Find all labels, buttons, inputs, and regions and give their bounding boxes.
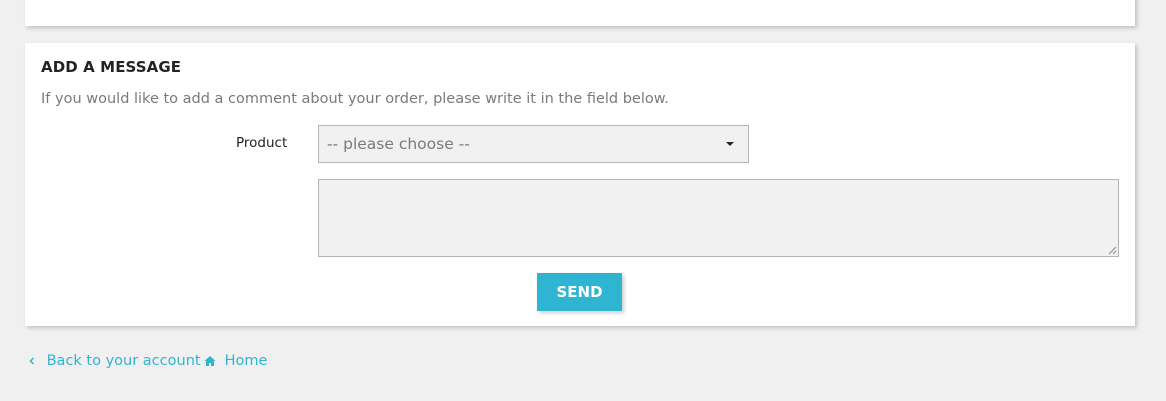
card-description: If you would like to add a comment about…	[41, 91, 669, 107]
product-select[interactable]: -- please choose --	[318, 125, 749, 163]
back-link-label: Back to your account	[46, 353, 201, 369]
product-select-value: -- please choose --	[327, 135, 470, 153]
add-message-card: ADD A MESSAGE If you would like to add a…	[25, 43, 1135, 326]
caret-down-icon	[726, 142, 734, 146]
product-label: Product	[236, 135, 288, 151]
home-link-label: Home	[224, 353, 268, 369]
home-icon	[204, 356, 216, 366]
chevron-left-icon	[29, 357, 35, 365]
send-button[interactable]: SEND	[537, 273, 622, 311]
card-title: ADD A MESSAGE	[41, 58, 182, 76]
previous-card	[25, 0, 1135, 26]
back-to-account-link[interactable]: Back to your account	[28, 353, 201, 369]
message-textarea[interactable]	[318, 179, 1119, 257]
home-link[interactable]: Home	[203, 353, 267, 369]
resize-grip-icon[interactable]	[1108, 246, 1117, 255]
